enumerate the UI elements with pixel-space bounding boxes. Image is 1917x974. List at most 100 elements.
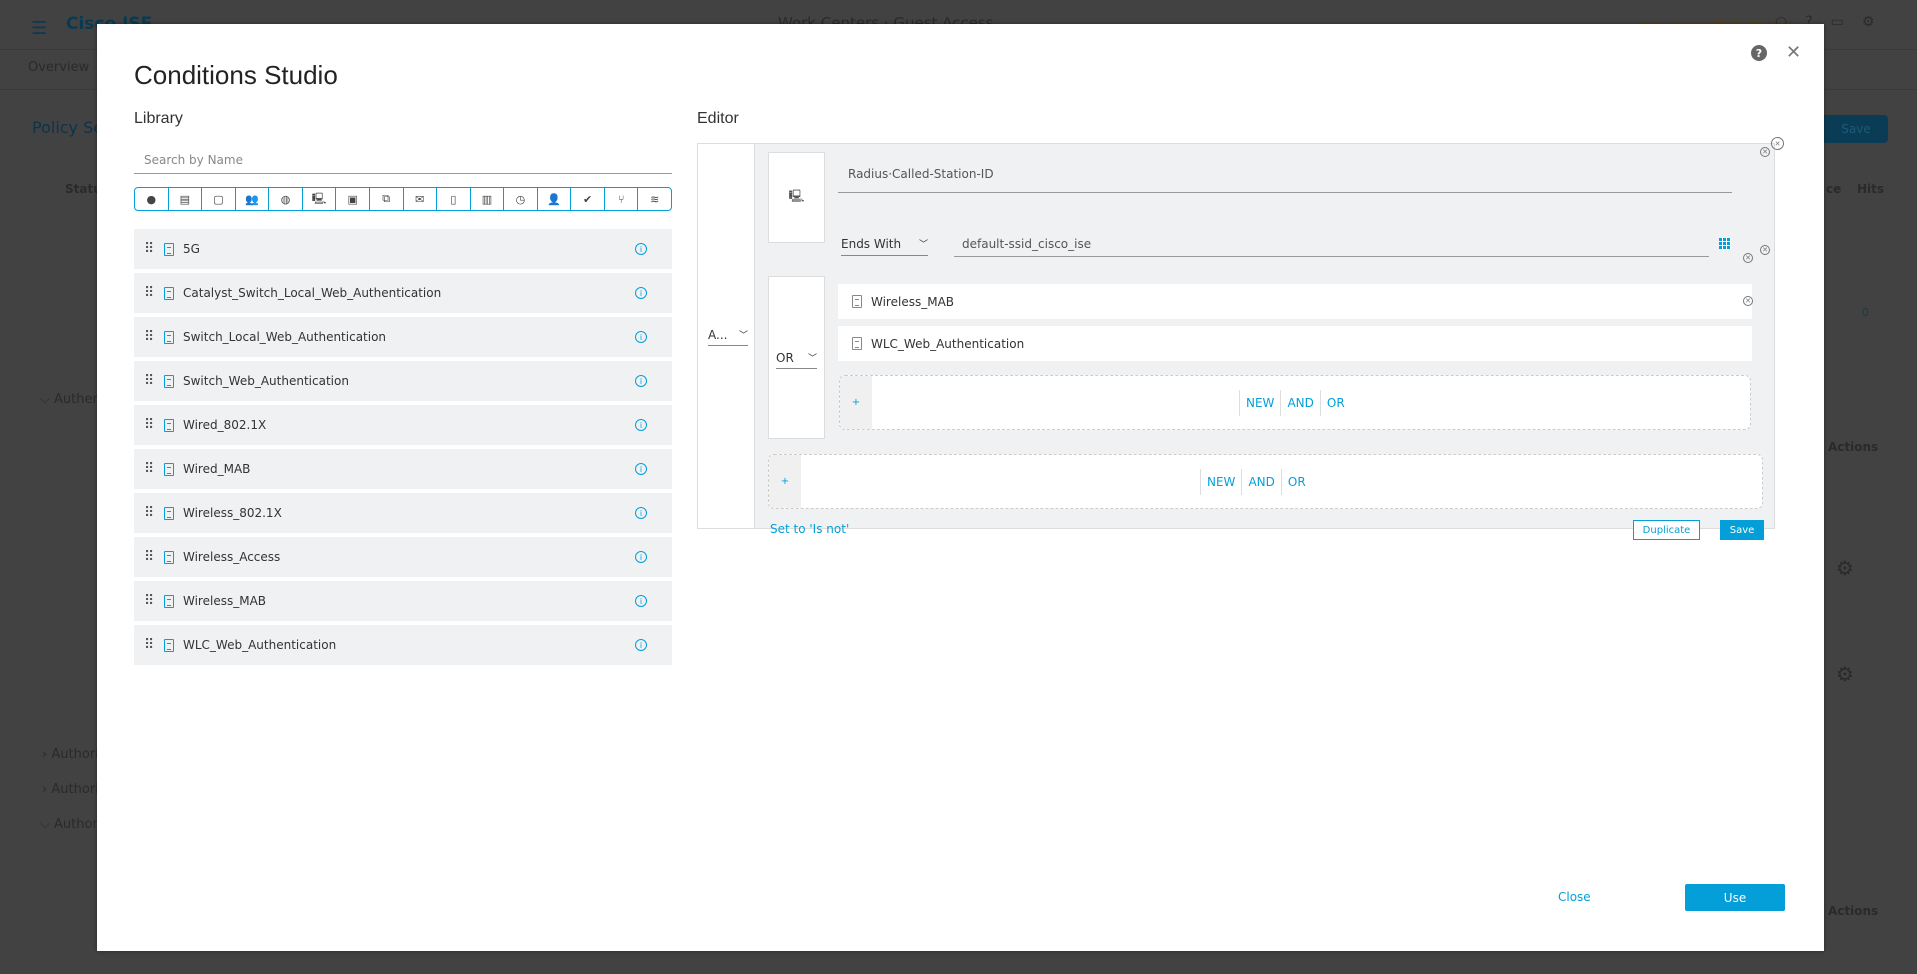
document-icon	[852, 295, 862, 308]
bg-authorization-row-3: ⌵ Authori	[40, 817, 102, 832]
library-item-label: 5G	[183, 242, 200, 256]
remove-condition-icon[interactable]: ✕	[1743, 253, 1753, 263]
bg-gear-icon-1: ⚙	[1836, 556, 1854, 580]
group-add-condition-area: + NEW AND OR	[839, 375, 1751, 430]
chevron-down-icon: ﹀	[918, 240, 928, 250]
document-icon	[164, 462, 174, 476]
new-button[interactable]: NEW	[1239, 389, 1280, 416]
drag-handle-icon[interactable]: ⠿	[144, 242, 154, 256]
document-icon	[164, 594, 174, 608]
info-icon[interactable]: i	[635, 595, 647, 607]
document-icon	[164, 418, 174, 432]
info-icon[interactable]: i	[635, 287, 647, 299]
close-icon[interactable]: ✕	[1786, 42, 1801, 63]
library-item[interactable]: ⠿ 5G i	[134, 229, 672, 269]
info-icon[interactable]: i	[635, 639, 647, 651]
drag-handle-icon[interactable]: ⠿	[144, 550, 154, 564]
library-item[interactable]: ⠿ WLC_Web_Authentication i	[134, 625, 672, 665]
group-condition-item[interactable]: WLC_Web_Authentication	[838, 326, 1752, 361]
users-icon[interactable]: 👥	[236, 188, 270, 210]
remove-group-icon[interactable]: ✕	[1760, 245, 1770, 255]
plus-icon[interactable]: +	[840, 376, 872, 429]
root-operator-dropdown[interactable]: A... ﹀	[708, 324, 748, 346]
wifi-icon[interactable]: ≋	[638, 188, 671, 210]
bg-authentication-row: ⌵ Authent	[40, 392, 106, 407]
library-item-label: Wireless_802.1X	[183, 506, 282, 520]
info-icon[interactable]: i	[635, 463, 647, 475]
attribute-field[interactable]: Radius·Called-Station-ID	[848, 167, 994, 181]
document-icon	[164, 638, 174, 652]
library-item[interactable]: ⠿ Wired_MAB i	[134, 449, 672, 489]
location-icon[interactable]: ●	[135, 188, 169, 210]
bg-hits-col: Hits	[1857, 182, 1885, 196]
network-device-icon[interactable]: 🖳	[303, 188, 337, 210]
globe-icon[interactable]: ◍	[269, 188, 303, 210]
condition-icon-box: 🖳	[768, 152, 825, 243]
drag-handle-icon[interactable]: ⠿	[144, 462, 154, 476]
certificate-icon[interactable]: ▯	[437, 188, 471, 210]
editor-save-button[interactable]: Save	[1720, 520, 1764, 540]
bg-authorization-row-1: › Authori	[42, 747, 99, 762]
drag-handle-icon[interactable]: ⠿	[144, 638, 154, 652]
or-button[interactable]: OR	[1319, 389, 1351, 416]
drag-handle-icon[interactable]: ⠿	[144, 594, 154, 608]
library-item[interactable]: ⠿ Wired_802.1X i	[134, 405, 672, 445]
info-icon[interactable]: i	[635, 243, 647, 255]
monitor-icon[interactable]: ▣	[336, 188, 370, 210]
close-button[interactable]: Close	[1558, 890, 1591, 904]
user-icon[interactable]: 👤	[538, 188, 572, 210]
help-icon[interactable]: ?	[1751, 45, 1767, 61]
operator-dropdown[interactable]: Ends With ﹀	[841, 232, 928, 256]
value-field[interactable]: default-ssid_cisco_ise	[962, 237, 1091, 251]
bg-actions-col-2: Actions	[1828, 904, 1879, 918]
or-button[interactable]: OR	[1280, 468, 1312, 495]
clock-icon[interactable]: ◷	[504, 188, 538, 210]
document-icon	[164, 374, 174, 388]
library-item[interactable]: ⠿ Wireless_Access i	[134, 537, 672, 577]
drag-handle-icon[interactable]: ⠿	[144, 374, 154, 388]
grid-picker-icon[interactable]	[1719, 237, 1731, 249]
library-item-label: Wireless_Access	[183, 550, 281, 564]
drag-handle-icon[interactable]: ⠿	[144, 418, 154, 432]
library-search-input[interactable]	[134, 146, 672, 174]
group-condition-item[interactable]: Wireless_MAB	[838, 284, 1752, 319]
remove-condition-icon[interactable]: ✕	[1760, 147, 1770, 157]
drag-handle-icon[interactable]: ⠿	[144, 286, 154, 300]
library-item[interactable]: ⠿ Switch_Web_Authentication i	[134, 361, 672, 401]
group-operator-dropdown[interactable]: OR ﹀	[776, 347, 817, 369]
server-icon[interactable]: ▥	[471, 188, 505, 210]
new-button[interactable]: NEW	[1200, 468, 1241, 495]
and-button[interactable]: AND	[1280, 389, 1319, 416]
library-item[interactable]: ⠿ Wireless_MAB i	[134, 581, 672, 621]
duplicate-button[interactable]: Duplicate	[1633, 520, 1700, 540]
mail-icon[interactable]: ✉	[404, 188, 438, 210]
chevron-down-icon: ﹀	[738, 331, 748, 341]
remove-condition-icon[interactable]: ✕	[1743, 296, 1753, 306]
info-icon[interactable]: i	[635, 375, 647, 387]
library-item-label: Wireless_MAB	[183, 594, 267, 608]
info-icon[interactable]: i	[635, 419, 647, 431]
info-icon[interactable]: i	[635, 507, 647, 519]
library-item[interactable]: ⠿ Wireless_802.1X i	[134, 493, 672, 533]
set-is-not-link[interactable]: Set to 'Is not'	[770, 522, 849, 536]
dialog-title: Conditions Studio	[134, 60, 338, 90]
identity-group-icon[interactable]: ▤	[169, 188, 203, 210]
library-item-label: Switch_Web_Authentication	[183, 374, 349, 388]
info-icon[interactable]: i	[635, 331, 647, 343]
use-button[interactable]: Use	[1685, 884, 1785, 911]
library-item[interactable]: ⠿ Switch_Local_Web_Authentication i	[134, 317, 672, 357]
checkmark-icon[interactable]: ✔	[571, 188, 605, 210]
library-item[interactable]: ⠿ Catalyst_Switch_Local_Web_Authenticatio…	[134, 273, 672, 313]
and-button[interactable]: AND	[1241, 468, 1280, 495]
square-icon[interactable]: ▢	[202, 188, 236, 210]
info-icon[interactable]: i	[635, 551, 647, 563]
drag-handle-icon[interactable]: ⠿	[144, 330, 154, 344]
clear-editor-icon[interactable]: ✕	[1771, 137, 1784, 150]
tree-icon[interactable]: ⑂	[605, 188, 639, 210]
plus-icon[interactable]: +	[769, 455, 801, 508]
device-group-icon[interactable]: ⧉	[370, 188, 404, 210]
hamburger-menu-icon: ☰	[31, 18, 48, 39]
drag-handle-icon[interactable]: ⠿	[144, 506, 154, 520]
document-icon	[164, 242, 174, 256]
root-add-condition-area: + NEW AND OR	[768, 454, 1763, 509]
